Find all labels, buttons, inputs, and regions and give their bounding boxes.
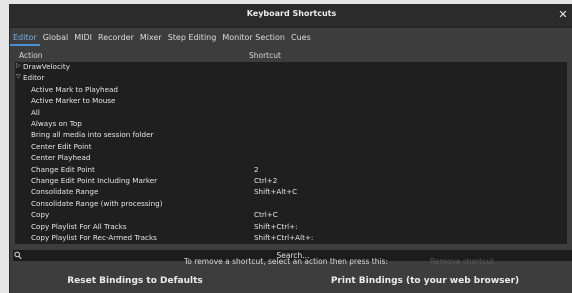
list-item[interactable]: Always on Top <box>15 119 567 130</box>
action-label: Copy <box>31 210 50 220</box>
shortcut-value[interactable]: 2 <box>254 165 259 174</box>
tab-mixer[interactable]: Mixer <box>137 31 165 46</box>
tab-bar: Editor Global MIDI Recorder Mixer Step Editin… <box>10 31 572 46</box>
list-item[interactable]: ▽ Editor <box>15 73 567 84</box>
shortcut-value[interactable]: Shift+Ctrl+: <box>254 222 298 231</box>
list-item[interactable]: Center Playhead <box>15 153 567 164</box>
list-item[interactable]: All <box>15 108 567 119</box>
close-icon[interactable]: ✕ <box>556 7 570 23</box>
column-header-shortcut[interactable]: Shortcut <box>249 51 281 60</box>
list-item[interactable]: ▷ DrawVelocity <box>15 62 567 73</box>
list-item[interactable]: Consolidate Range Shift+Alt+C <box>15 187 567 198</box>
list-item[interactable]: Bring all media into session folder <box>15 130 567 141</box>
action-label: Active Mark to Playhead <box>31 84 118 94</box>
list-item[interactable]: Change Edit Point Including Marker Ctrl+2 <box>15 176 567 187</box>
action-label: Consolidate Range (with processing) <box>31 198 163 208</box>
action-label: All <box>31 107 40 117</box>
remove-shortcut-button[interactable]: Remove shortcut <box>430 257 494 266</box>
shortcut-value[interactable]: Shift+Ctrl+Alt+: <box>254 233 313 242</box>
list-item[interactable]: Change Edit Point 2 <box>15 165 567 176</box>
action-label: Editor <box>23 73 45 83</box>
tab-recorder[interactable]: Recorder <box>95 31 137 46</box>
action-label: Copy Playlist For Rec-Armed Tracks <box>31 233 157 242</box>
window-title: Keyboard Shortcuts <box>246 9 337 18</box>
shortcut-value[interactable]: Ctrl+2 <box>254 176 277 185</box>
print-bindings-button[interactable]: Print Bindings (to your web browser) <box>325 273 525 289</box>
tab-monitor-section[interactable]: Monitor Section <box>219 31 288 46</box>
tab-midi[interactable]: MIDI <box>71 31 95 46</box>
action-label: Active Marker to Mouse <box>31 96 116 106</box>
column-header-action[interactable]: Action <box>19 51 43 60</box>
action-label: Always on Top <box>31 119 82 128</box>
action-label: Center Edit Point <box>31 141 92 151</box>
list-item[interactable]: Center Edit Point <box>15 142 567 153</box>
tab-editor[interactable]: Editor <box>10 31 40 46</box>
tab-global[interactable]: Global <box>40 31 72 46</box>
list-item[interactable]: Copy Playlist For Rec-Armed Tracks Shift+… <box>15 233 567 244</box>
reset-bindings-button[interactable]: Reset Bindings to Defaults <box>60 273 210 289</box>
list-item[interactable]: Active Mark to Playhead <box>15 85 567 96</box>
list-item[interactable]: Consolidate Range (with processing) <box>15 199 567 210</box>
keyboard-shortcuts-window: Keyboard Shortcuts ✕ Editor Global MIDI Rec… <box>9 4 572 293</box>
action-label: Bring all media into session folder <box>31 130 154 140</box>
action-label: Center Playhead <box>31 153 91 163</box>
shortcut-value[interactable]: Ctrl+C <box>254 210 278 219</box>
actions-list[interactable]: ▷ DrawVelocity ▽ Editor Active Mark to Playh… <box>15 62 567 244</box>
action-label: Change Edit Point Including Marker <box>31 176 158 185</box>
action-label: DrawVelocity <box>23 62 70 71</box>
list-item[interactable]: Copy Ctrl+C <box>15 210 567 221</box>
shortcut-value[interactable]: Shift+Alt+C <box>254 187 297 196</box>
tab-cues[interactable]: Cues <box>288 31 314 46</box>
list-item[interactable]: Copy Playlist For All Tracks Shift+Ctrl+: <box>15 222 567 233</box>
list-item[interactable]: Active Marker to Mouse <box>15 96 567 107</box>
tab-step-editing[interactable]: Step Editing <box>165 31 220 46</box>
action-label: Consolidate Range <box>31 187 99 197</box>
title-bar: Keyboard Shortcuts ✕ <box>10 4 572 28</box>
action-label: Change Edit Point <box>31 164 95 174</box>
column-header: Action Shortcut <box>10 50 567 61</box>
action-label: Copy Playlist For All Tracks <box>31 221 127 231</box>
